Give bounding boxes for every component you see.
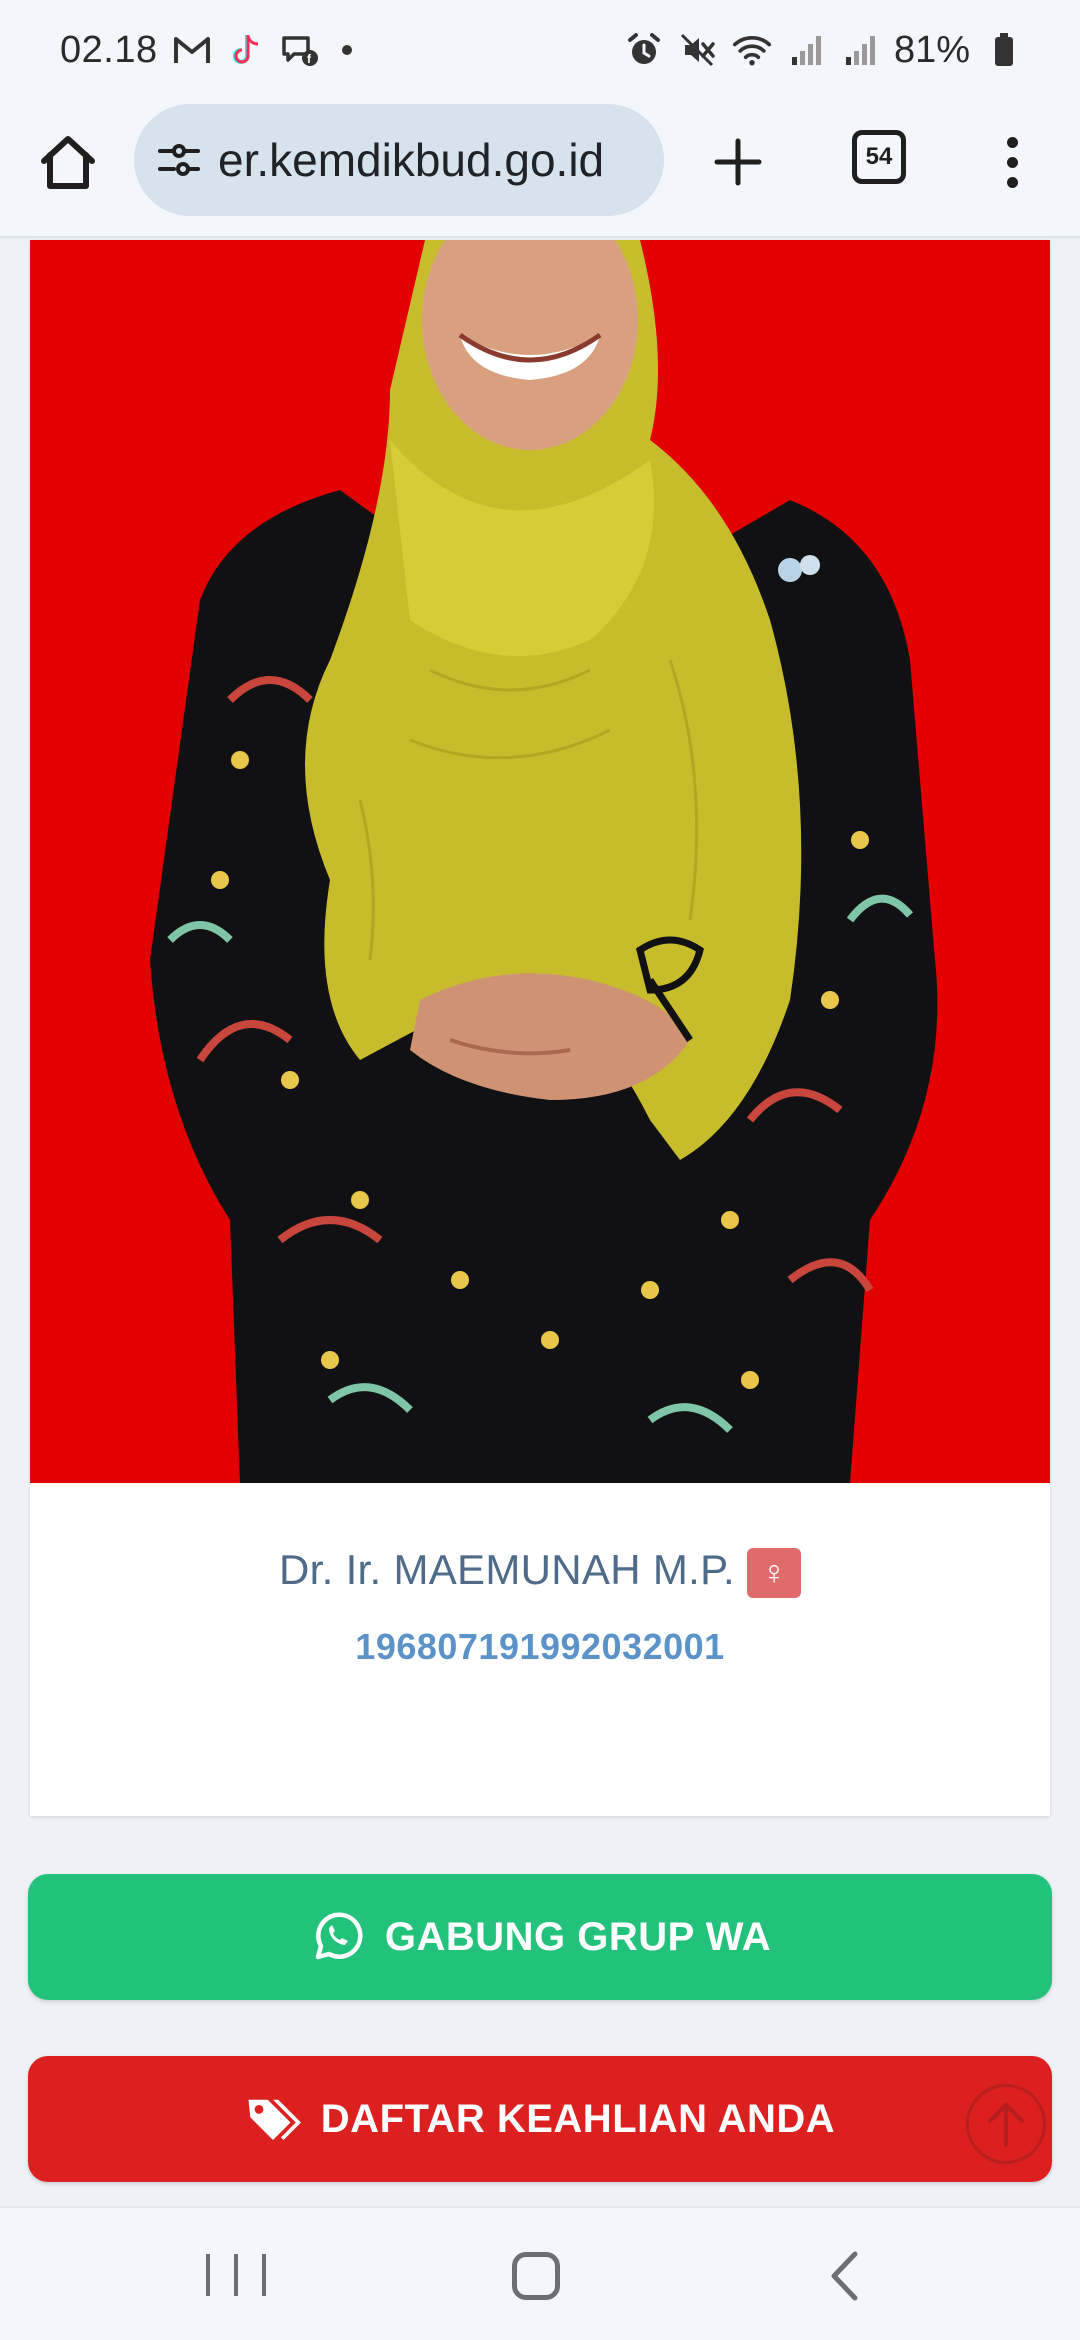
system-navigation-bar xyxy=(0,2206,1080,2340)
browser-toolbar: er.kemdikbud.go.id 54 xyxy=(0,100,1080,238)
alarm-icon xyxy=(624,30,664,70)
profile-card: Dr. Ir. MAEMUNAH M.P. ♀ 1968071919920320… xyxy=(30,240,1050,1816)
join-whatsapp-label: GABUNG GRUP WA xyxy=(384,1914,772,1959)
whatsapp-icon xyxy=(309,1909,365,1965)
home-button[interactable] xyxy=(36,130,100,194)
female-gender-icon: ♀ xyxy=(746,1548,801,1598)
home-icon xyxy=(41,136,95,189)
address-bar[interactable]: er.kemdikbud.go.id xyxy=(134,104,664,216)
recents-bar-icon xyxy=(262,2254,266,2296)
gmail-icon xyxy=(172,30,212,70)
status-bar: 02.18 f 81% xyxy=(0,0,1080,100)
gender-symbol: ♀ xyxy=(761,1553,787,1592)
recents-bar-icon xyxy=(206,2254,210,2296)
person-nip: 196807191992032001 xyxy=(355,1626,725,1667)
recent-apps-button[interactable] xyxy=(206,2254,266,2300)
arrow-up-icon xyxy=(988,2103,1024,2147)
signal-icon xyxy=(840,30,880,70)
status-right: 81% xyxy=(624,29,1024,72)
tab-switcher-button[interactable]: 54 xyxy=(852,130,906,184)
name-row: Dr. Ir. MAEMUNAH M.P. ♀ xyxy=(30,1542,1050,1598)
mute-icon xyxy=(678,30,718,70)
nav-back-button[interactable] xyxy=(824,2248,864,2304)
tiktok-icon xyxy=(226,30,266,70)
status-left: 02.18 f xyxy=(60,29,352,72)
battery-icon xyxy=(984,30,1024,70)
portrait-image xyxy=(30,240,1050,1483)
signal-icon xyxy=(786,30,826,70)
dot-icon xyxy=(341,45,352,55)
back-chevron-icon xyxy=(831,2251,858,2301)
join-whatsapp-group-button[interactable]: GABUNG GRUP WA xyxy=(28,1874,1052,2000)
wifi-icon xyxy=(732,30,772,70)
plus-icon xyxy=(714,138,762,186)
battery-percent: 81% xyxy=(893,28,970,71)
nav-home-button[interactable] xyxy=(512,2252,560,2300)
menu-dot-icon xyxy=(1006,136,1018,148)
menu-dot-icon xyxy=(1006,176,1018,188)
menu-dot-icon xyxy=(1006,156,1018,168)
profile-photo xyxy=(30,240,1050,1483)
messenger-icon: f xyxy=(280,30,320,70)
tags-icon xyxy=(245,2091,301,2147)
url-text: er.kemdikbud.go.id xyxy=(218,134,605,186)
new-tab-button[interactable] xyxy=(702,126,774,198)
site-settings-icon[interactable] xyxy=(154,135,204,185)
scroll-to-top-button[interactable] xyxy=(966,2084,1046,2164)
tab-count: 54 xyxy=(865,143,893,170)
recents-bar-icon xyxy=(234,2254,238,2296)
status-time: 02.18 xyxy=(60,28,158,71)
register-expertise-label: DAFTAR KEAHLIAN ANDA xyxy=(320,2096,836,2141)
register-expertise-button[interactable]: DAFTAR KEAHLIAN ANDA xyxy=(28,2056,1052,2182)
person-name: Dr. Ir. MAEMUNAH M.P. xyxy=(279,1546,735,1593)
more-menu-button[interactable] xyxy=(994,126,1030,198)
